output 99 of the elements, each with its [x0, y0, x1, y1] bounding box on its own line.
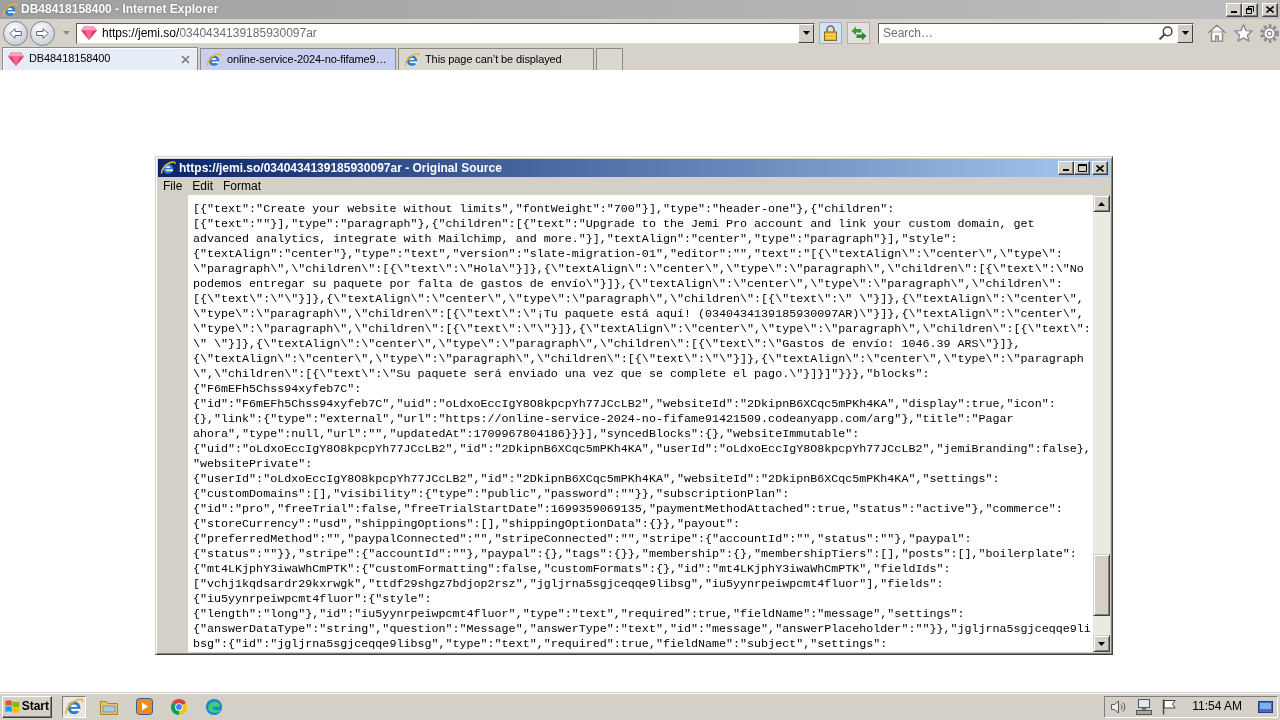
browser-tab[interactable]: online-service-2024-no-fifame9… [200, 48, 396, 70]
scroll-thumb[interactable] [1093, 554, 1110, 616]
source-line: \"type\":\"paragraph\",\"children\":[{\"text\":\"\"}]},{\"textAlign\":\"center\",\"type\":\"paragraph\",\"children\":[{\"text\": [193, 322, 1091, 337]
maximize-button[interactable] [1074, 161, 1090, 175]
browser-tab[interactable]: DB48418158400 [2, 47, 198, 70]
close-icon [1266, 6, 1274, 13]
source-line: bsg":{"id":"jgljrna5sgjceqqe9libsg","type":"text","required":true,"fieldName":"subject","settings": [193, 637, 888, 652]
caret-down-icon [1098, 641, 1105, 646]
clock[interactable]: 11:54 AM [1192, 699, 1242, 714]
source-line: ["vchj1kqdsardr29kxrwgk","ttdf29shgz7bdjop2rsz","jgljrna5sgjceqqe9libsg","iu5yynrpeiwpcmt4fluor"],"fields": [193, 577, 944, 592]
menu-item[interactable]: File [158, 177, 188, 195]
source-line: \"type\":\"paragraph\",\"children\":[{\"text\":\"¡Tu paquete está aquí! (0340434139185930097AR)\"}]},{\"textAlign\":\"center\", [193, 307, 1084, 322]
close-button[interactable] [1092, 161, 1108, 175]
source-line: {"id":"F6mEFh5Chss94xyfeb7C","uid":"oLdxoEccIgY8O8kpcpYh77JCcLB2","websiteId":"2DkipnB6XCqc5mPKh4KA","display":true,"icon": [193, 397, 1056, 412]
address-field[interactable]: https://jemi.so/0340434139185930097ar [76, 22, 815, 44]
source-line: \"paragraph\",\"children\":[{\"text\":\"Hola\"}]},{\"textAlign\":\"center\",\"type\":\"paragraph\",\"children\":[{\"text\":\"No [193, 262, 1084, 277]
taskbar-button[interactable] [62, 695, 86, 718]
source-line: {"answerDataType":"string","question":"Message","answerType":"text","id":"message","answerPlaceholder":""}},"jgljrna5sgjceqqe9li [193, 622, 1091, 637]
source-line: {"preferredMethod":"","paypalConnected":"","stripeConnected":"","stripe":{"accountId":"","status":""},"paypal": [193, 532, 972, 547]
network-icon[interactable] [1136, 698, 1153, 715]
source-line: {\"textAlign\":\"center\",\"type\":\"paragraph\",\"children\":[{\"text\":\"\"}]},{\"textAlign\":\"center\",\"type\":\"paragraph [193, 352, 1084, 367]
source-line: podemos entregar su paquete por falta de gastos de envío\"}]},{\"textAlign\":\"center\",\"type\":\"paragraph\",\"children\": [193, 277, 1063, 292]
forward-button[interactable] [30, 20, 55, 46]
restore-button[interactable] [1242, 2, 1258, 17]
caret-icon [1181, 31, 1189, 35]
browser-tab[interactable]: This page can’t be displayed [398, 48, 594, 70]
source-line: advanced analytics, integrate with Mailchimp, and more."}],"textAlign":"center","type":"paragraph"}],"style": [193, 232, 958, 247]
source-line: [{"text":"Create your website without limits","fontWeight":"700"}],"type":"header-one"},{"children": [193, 202, 895, 217]
star-icon [1233, 24, 1253, 42]
menu-item[interactable]: Format [218, 177, 267, 195]
close-icon[interactable] [181, 54, 190, 64]
source-line: {"id":"pro","freeTrial":false,"freeTrialStartDate":1699359069135,"paymentMethodAttached":true,"status":"active"},"commerce": [193, 502, 1063, 517]
scroll-down-button[interactable] [1093, 635, 1110, 652]
search-input[interactable]: Search… [879, 23, 1159, 43]
close-icon [1096, 164, 1104, 172]
flag-icon[interactable] [1162, 698, 1177, 715]
source-line: "websitePrivate": [193, 457, 313, 472]
source-line: {"userId":"oLdxoEccIgY8O8kpcpYh77JCcLB2","id":"2DkipnB6XCqc5mPKh4KA","websiteId":"2DkipnB6XCqc5mPKh4KA","settings": [193, 472, 1000, 487]
source-line: {"mt4LKjphY3iwaWhCmPTK":{"customFormatting":false,"customFormats":{},"id":"mt4LKjphY3iwaWhCmPTK","fieldIds": [193, 562, 951, 577]
source-line: \" \"}]},{\"textAlign\":\"center\",\"type\":\"paragraph\",\"children\":[{\"text\":\"Gastos de envío: 1046.39 ARS\"}]}, [193, 337, 1021, 352]
source-line: {"textAlign":"center"},"type":"text","version":"slate-migration-01","editor":"","text":"[{\"textAlign\":\"center\",\"type\": [193, 247, 1063, 262]
e-letter-icon [2, 1, 18, 18]
search-icon[interactable] [1159, 26, 1173, 40]
speaker-icon[interactable] [1111, 699, 1127, 714]
play-icon [135, 698, 153, 715]
minimize-button[interactable] [1058, 161, 1074, 175]
source-line: {"F6mEFh5Chss94xyfeb7C": [193, 382, 362, 397]
e-letter-icon [64, 696, 84, 717]
caret-icon [802, 31, 810, 35]
house-icon [1207, 24, 1227, 42]
back-button[interactable] [3, 20, 28, 46]
e-letter-icon [206, 51, 222, 68]
refresh-button[interactable] [847, 22, 870, 44]
window-title: https://jemi.so/0340434139185930097ar - Original Source [179, 160, 502, 176]
source-line: {"iu5yynrpeiwpcmt4fluor":{"style": [193, 592, 432, 607]
refresh-arrows-icon [850, 25, 867, 41]
color-wheel-icon [170, 697, 188, 716]
maximize-icon [1077, 164, 1087, 172]
back-arrow-icon [9, 27, 22, 39]
source-line: [{"text":""}],"type":"paragraph"},{"children":[{"text":"Upgrade to the Jemi Pro account and link your custom domain, get [193, 217, 1035, 232]
source-line: {"storeCurrency":"usd","shippingOptions":[],"shippingOptionData":{}},"payout": [193, 517, 741, 532]
restore-icon [1246, 5, 1254, 14]
gem-icon [8, 52, 24, 66]
window-title: DB48418158400 - Internet Explorer [21, 2, 219, 17]
source-line: {},"link":{"type":"external","url":"https://online-service-2024-no-fifame91421509.codeanyapp.com/arg"},"title":"Pagar [193, 412, 1014, 427]
settings-icon [1259, 23, 1279, 43]
e-letter-icon [404, 51, 420, 68]
padlock-icon [824, 25, 837, 41]
folder-icon [100, 698, 118, 715]
source-line: [{\"text\":\"\"}]},{\"textAlign\":\"center\",\"type\":\"paragraph\",\"children\":[{\"text\":\" \"}]},{\"textAlign\":\"center\", [193, 292, 1084, 307]
source-line: {"uid":"oLdxoEccIgY8O8kpcpYh77JCcLB2","id":"2DkipnB6XCqc5mPKh4KA","userId":"oLdxoEccIgY8O8kpcpYh77JCcLB2","jemiBranding":false}, [193, 442, 1091, 457]
address-dropdown-button[interactable] [798, 23, 814, 43]
favorites-button[interactable] [1233, 23, 1253, 43]
forward-arrow-icon [36, 27, 49, 39]
menu-item[interactable]: Edit [187, 177, 219, 195]
close-button[interactable] [1262, 2, 1278, 17]
source-line: {"status":""}},"stripe":{"accountId":""},"paypal":{},"tags":{}},"membership":{},"membershipTiers":[],"posts":[],"boilerplate": [193, 547, 1077, 562]
minimize-icon [1231, 10, 1237, 13]
source-line: \",\"children\":[{\"text\":\"Su paquete será enviado una vez que se complete el pago.\"}]}]"}}},"blocks": [193, 367, 930, 382]
gem-icon [81, 26, 97, 40]
source-line: {"length":"long"},"id":"iu5yynrpeiwpcmt4fluor","type":"text","required":true,"fieldName":"message","settings": [193, 607, 965, 622]
e-letter-icon [160, 160, 176, 176]
security-button[interactable] [819, 22, 842, 44]
source-line: {"customDomains":[],"visibility":{"type":"public","password":""}},"subscriptionPlan": [193, 487, 790, 502]
minimize-button[interactable] [1226, 2, 1242, 17]
windows-flag-icon [5, 699, 20, 714]
home-button[interactable] [1207, 23, 1227, 43]
vertical-scrollbar[interactable] [1093, 195, 1110, 652]
scroll-up-button[interactable] [1093, 195, 1110, 212]
start-button[interactable]: Start [2, 695, 52, 718]
swirl-icon [205, 697, 223, 716]
search-field[interactable]: Search… [878, 22, 1194, 44]
search-dropdown-button[interactable] [1177, 23, 1193, 43]
minimize-icon [1063, 169, 1069, 171]
source-line: ahora","type":null,"url":"","updatedAt":1709967804186}}}],"syncedBlocks":{},"websiteImmutable": [193, 427, 860, 442]
show-desktop-icon[interactable] [1258, 700, 1273, 713]
caret-icon [62, 31, 70, 35]
caret-up-icon [1098, 201, 1105, 206]
settings-button[interactable] [1259, 23, 1279, 43]
